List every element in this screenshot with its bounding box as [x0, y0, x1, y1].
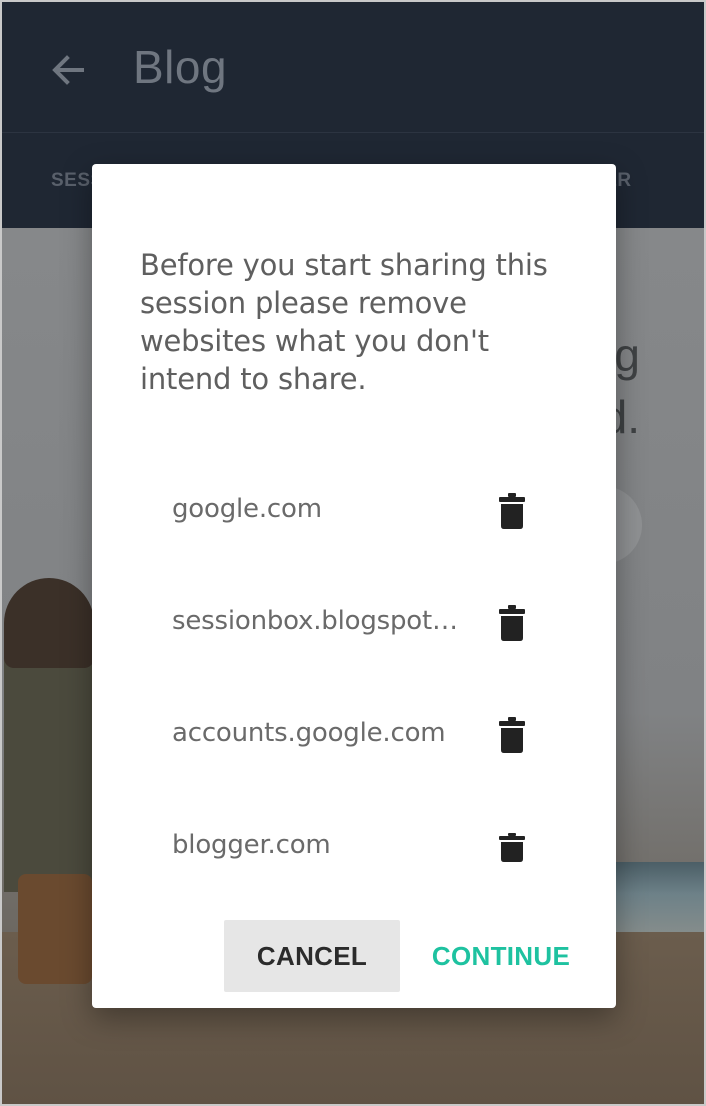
- background-person: [4, 642, 94, 892]
- app-window: Blog SESS HER g d. Before you start shar…: [0, 0, 706, 1106]
- share-session-dialog: Before you start sharing this session pl…: [92, 164, 616, 1008]
- site-label: accounts.google.com: [172, 718, 446, 748]
- site-label: google.com: [172, 494, 322, 524]
- page-title: Blog: [133, 41, 228, 93]
- trash-icon[interactable]: [498, 604, 526, 642]
- cancel-button[interactable]: CANCEL: [224, 920, 400, 992]
- dialog-message: Before you start sharing this session pl…: [140, 248, 548, 396]
- trash-icon[interactable]: [498, 492, 526, 530]
- appbar-divider: [2, 132, 704, 133]
- background-bag: [18, 874, 92, 984]
- site-label: sessionbox.blogspot.com: [172, 606, 458, 636]
- arrow-back-icon[interactable]: [48, 50, 88, 90]
- site-row-accounts-google: accounts.google.com: [92, 716, 616, 772]
- trash-icon[interactable]: [498, 716, 526, 754]
- site-row-google: google.com: [92, 492, 616, 548]
- site-row-sessionbox: sessionbox.blogspot.com: [92, 604, 616, 660]
- background-sea: [602, 862, 704, 942]
- continue-button[interactable]: CONTINUE: [422, 920, 580, 992]
- background-person-hat: [4, 578, 94, 668]
- site-row-blogger: blogger.com: [92, 828, 616, 884]
- site-label: blogger.com: [172, 830, 331, 860]
- trash-icon[interactable]: [498, 832, 526, 862]
